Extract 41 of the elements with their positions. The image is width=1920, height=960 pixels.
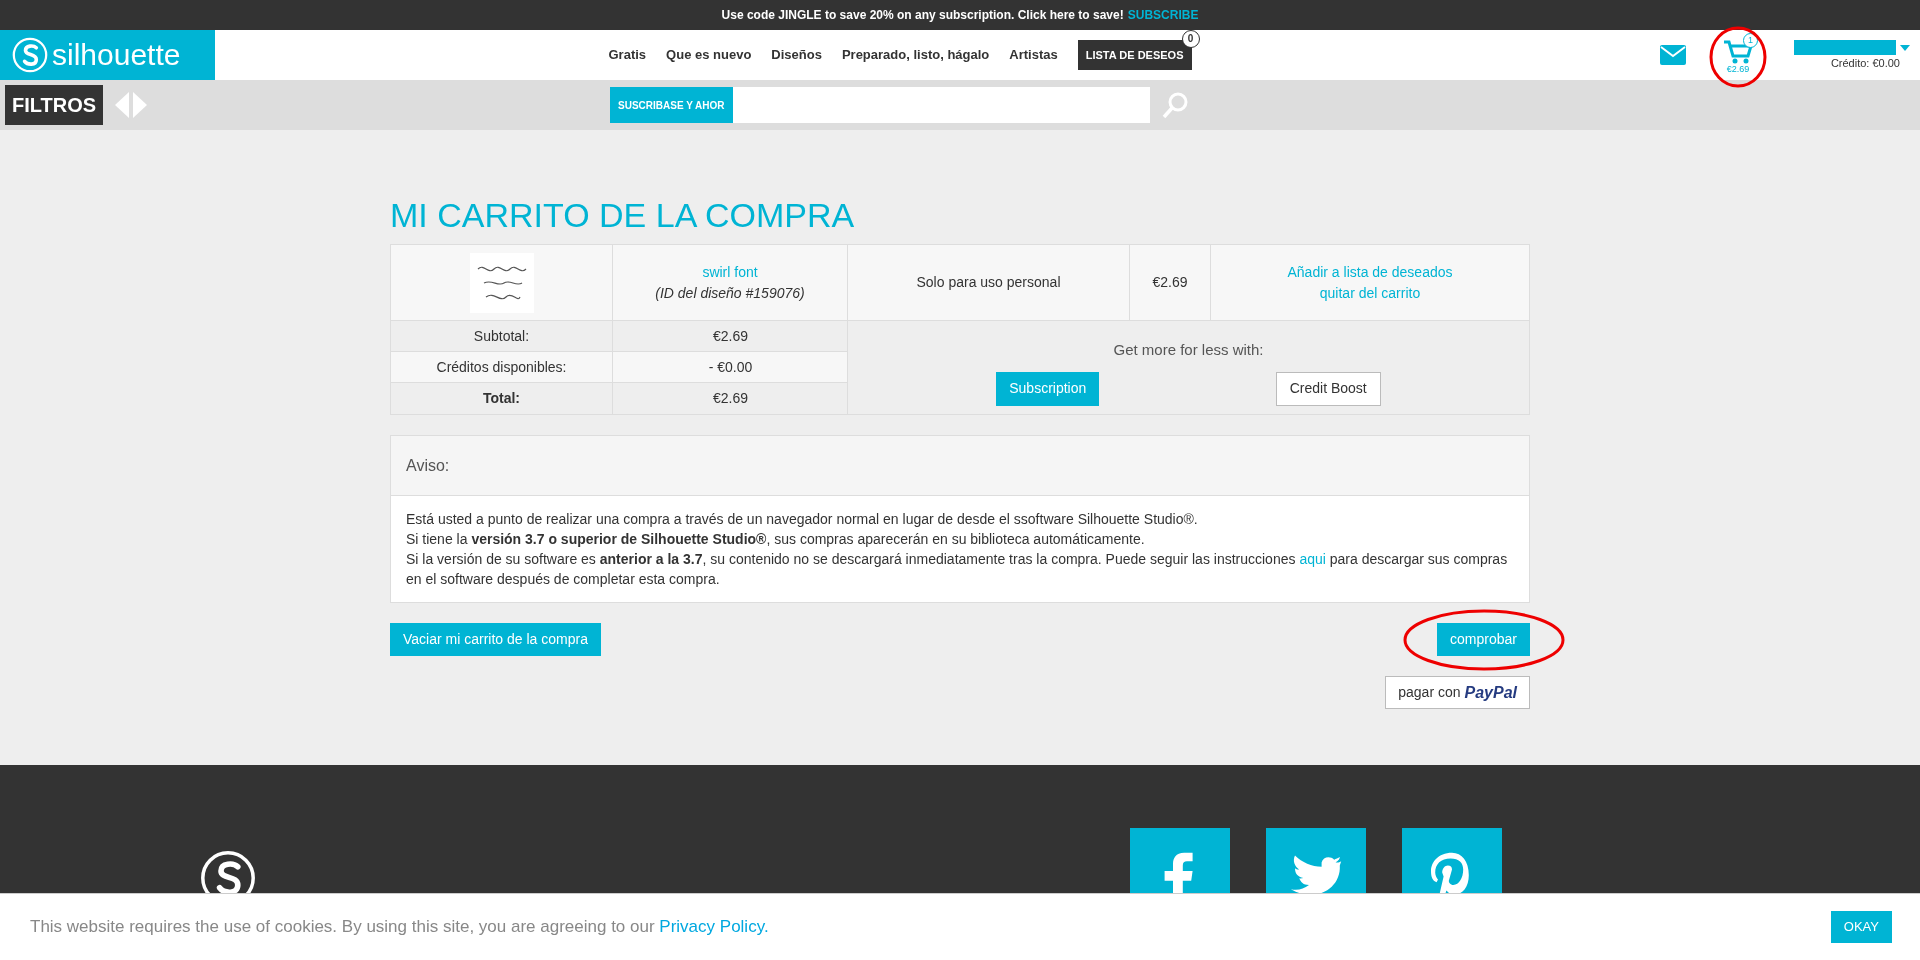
nav-link[interactable]: Que es nuevo (666, 45, 752, 65)
design-id: (ID del diseño #159076) (655, 283, 805, 303)
search-icon[interactable] (1162, 91, 1190, 119)
summary-value: €2.69 (711, 389, 749, 408)
page-title: MI CARRITO DE LA COMPRA (390, 198, 856, 232)
right-arrow-icon[interactable] (133, 92, 148, 118)
caret-icon (1900, 44, 1910, 51)
upsell-text: Get more for less with: (1113, 340, 1264, 360)
promo-text: Use code JINGLE to save 20% on any subscription. Click here to save! (721, 7, 1124, 24)
nav-link[interactable]: Preparado, listo, hágalo (841, 45, 990, 65)
summary-label: Subtotal: (391, 321, 613, 351)
summary-label: Total: (391, 383, 613, 414)
logo-icon (12, 37, 48, 73)
notice-text: Si la versión de su software es anterior a la 3.7, su contenido no se descargará inmediatamente tras la compra. Puede seguir las instrucciones aqui para descargar sus compras en el software después de completar esta compra. (406, 550, 1509, 589)
license-cell: Solo para uso personal (848, 245, 1130, 320)
cookie-text: This website requires the use of cookies. By using this site, you are agreeing to our Privacy Policy. (30, 916, 769, 939)
privacy-policy-link[interactable]: Privacy Policy. (659, 917, 769, 937)
summary-value: €2.69 (711, 326, 749, 346)
notice-text: Está usted a punto de realizar una compra a través de un navegador normal en lugar de desde el ssoftware Silhouette Studio®. (406, 510, 1199, 529)
nav-link[interactable]: Diseños (771, 45, 822, 65)
font-preview-thumbnail (469, 252, 534, 313)
logo-text: silhouette (52, 40, 181, 70)
notice-text: Si tiene la versión 3.7 o superior de Silhouette Studio®, sus compras aparecerán en su biblioteca automáticamente. (406, 530, 1146, 549)
mail-icon[interactable] (1660, 45, 1686, 65)
upsell-button[interactable]: Credit Boost (1275, 371, 1381, 406)
account-menu[interactable]: Crédito: €0.00 (1790, 38, 1910, 72)
paypal-button[interactable]: pagar con PayPal (1385, 676, 1530, 709)
subscribe-link[interactable]: SUBSCRIBE (1127, 6, 1199, 24)
notice-title: Aviso: (406, 455, 450, 476)
cart-total: €2.69 (1726, 65, 1750, 74)
promo-bar[interactable]: Use code JINGLE to save 20% on any subscription. Click here to save! SUBSCRIBE (0, 0, 1920, 30)
filters-button[interactable]: FILTROS (5, 85, 104, 125)
cart-icon (1723, 39, 1753, 65)
summary-value: - €0.00 (707, 357, 754, 377)
summary-label: Créditos disponibles: (391, 352, 613, 382)
search-tag: SUSCRIBASE Y AHOR (610, 87, 733, 123)
price-cell: €2.69 (1130, 245, 1211, 320)
nav-link[interactable]: Gratis (608, 45, 647, 65)
left-arrow-icon[interactable] (115, 92, 130, 118)
account-credit: Crédito: €0.00 (1830, 56, 1901, 72)
nav-link[interactable]: Artistas (1009, 45, 1058, 65)
